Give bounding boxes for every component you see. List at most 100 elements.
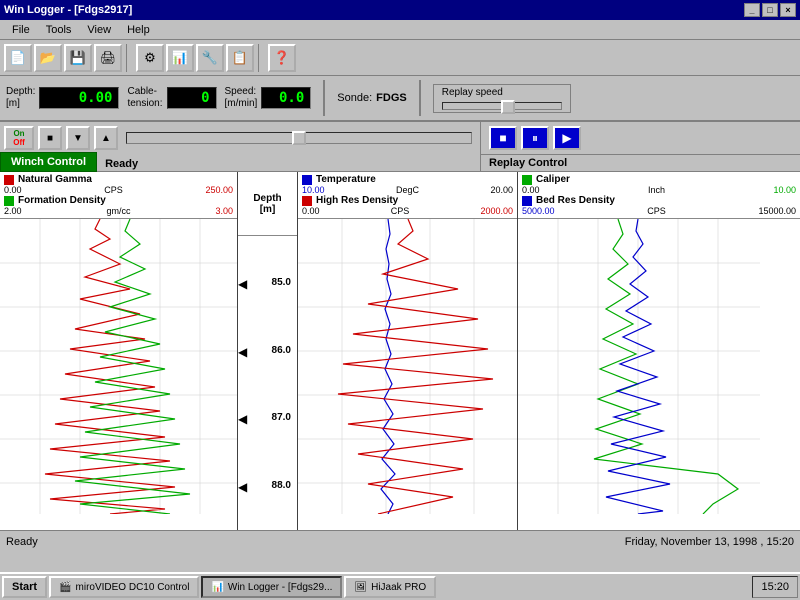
minimize-button[interactable]: _ [744, 3, 760, 17]
depth-panel: Depth [m] 85.0 ◀ 86.0 ◀ 87.0 ◀ 88.0 ◀ [238, 172, 298, 530]
toolbar: 📄 📂 💾 🖨 ⚙ 📊 🔧 📋 ❓ [0, 40, 800, 76]
new-button[interactable]: 📄 [4, 44, 32, 72]
depth-arrow-86: ◀ [238, 345, 247, 359]
winch-controls: On Off ■ ▼ ▲ [0, 122, 480, 152]
sonde-label: Sonde: [337, 92, 372, 104]
hrd-min: 0.00 [302, 206, 320, 216]
close-button[interactable]: × [780, 3, 796, 17]
menu-tools[interactable]: Tools [38, 22, 80, 38]
fd-scale: 2.00 gm/cc 3.00 [4, 206, 233, 216]
depth-arrow-87: ◀ [238, 412, 247, 426]
cal-color [522, 175, 532, 185]
ng-color [4, 175, 14, 185]
hrd-color [302, 196, 312, 206]
winch-down-btn[interactable]: ▼ [66, 126, 90, 150]
winch-section: On Off ■ ▼ ▲ Winch Control Ready [0, 122, 480, 171]
winch-up-btn[interactable]: ▲ [94, 126, 118, 150]
ng-name: Natural Gamma [18, 174, 92, 185]
left-chart-header: Natural Gamma 0.00 CPS 250.00 Formation … [0, 172, 237, 219]
temp-color [302, 175, 312, 185]
depth-label: Depth:[m] [6, 86, 35, 110]
hijaak-label: HiJaak PRO [371, 582, 426, 593]
taskbar-hijaak[interactable]: 🖼 HiJaak PRO [344, 576, 436, 598]
depth-panel-header: Depth [m] [238, 172, 297, 236]
tool-7[interactable]: 🔧 [196, 44, 224, 72]
menu-view[interactable]: View [79, 22, 119, 38]
transport-play[interactable]: ▶ [553, 126, 581, 150]
brd-max: 15000.00 [758, 206, 796, 216]
winch-status: Ready [97, 156, 146, 172]
brd-name: Bed Res Density [536, 195, 615, 206]
menu-bar: File Tools View Help [0, 20, 800, 40]
channel-row-fd: Formation Density [4, 195, 233, 206]
cal-name: Caliper [536, 174, 570, 185]
sonde-group: Sonde: FDGS [337, 92, 406, 104]
brd-unit: CPS [647, 206, 666, 216]
start-button[interactable]: Start [2, 576, 47, 598]
tool-5[interactable]: ⚙ [136, 44, 164, 72]
right-chart-header: Caliper 0.00 Inch 10.00 Bed Res Density … [518, 172, 800, 219]
depth-header-unit: [m] [260, 204, 276, 215]
replay-slider[interactable] [442, 102, 562, 110]
right-chart-svg [518, 219, 760, 514]
save-button[interactable]: 💾 [64, 44, 92, 72]
cal-min: 0.00 [522, 185, 540, 195]
middle-chart-header: Temperature 10.00 DegC 20.00 High Res De… [298, 172, 517, 219]
speed-label: Speed:[m/min] [225, 86, 258, 110]
transport-pause[interactable]: ⏸ [521, 126, 549, 150]
taskbar: Start 🎬 miroVIDEO DC10 Control 📊 Win Log… [0, 572, 800, 600]
mirovideo-label: miroVIDEO DC10 Control [76, 582, 190, 593]
open-button[interactable]: 📂 [34, 44, 62, 72]
on-off-button[interactable]: On Off [4, 126, 34, 150]
replay-speed-box: Replay speed [433, 84, 571, 113]
replay-slider-thumb[interactable] [501, 100, 515, 114]
brd-min: 5000.00 [522, 206, 555, 216]
separator-2 [258, 44, 264, 72]
depth-arrow-85: ◀ [238, 277, 247, 291]
middle-chart-body [298, 219, 517, 530]
brd-scale: 5000.00 CPS 15000.00 [522, 206, 796, 216]
tab-winch[interactable]: Winch Control [0, 152, 97, 172]
replay-section: ■ ⏸ ▶ Replay Control [480, 122, 800, 171]
tool-8[interactable]: 📋 [226, 44, 254, 72]
clock-time: 15:20 [761, 581, 789, 593]
speed-value: 0.0 [261, 87, 311, 109]
slider-thumb[interactable] [292, 131, 306, 145]
hrd-scale: 0.00 CPS 2000.00 [302, 206, 513, 216]
winch-stop-btn[interactable]: ■ [38, 126, 62, 150]
depth-88: 88.0 [272, 480, 291, 491]
fd-color [4, 196, 14, 206]
title-bar-buttons: _ □ × [744, 3, 796, 17]
channel-row-brd: Bed Res Density [522, 195, 796, 206]
print-button[interactable]: 🖨 [94, 44, 122, 72]
menu-file[interactable]: File [4, 22, 38, 38]
maximize-button[interactable]: □ [762, 3, 778, 17]
tool-6[interactable]: 📊 [166, 44, 194, 72]
status-date: Friday, November 13, 1998 [625, 536, 757, 548]
taskbar-mirovideo[interactable]: 🎬 miroVIDEO DC10 Control [49, 576, 199, 598]
tab-replay[interactable]: Replay Control [481, 154, 800, 171]
separator-4 [419, 80, 421, 116]
transport-stop[interactable]: ■ [489, 126, 517, 150]
status-text: Ready [6, 536, 625, 548]
chart-panel-middle: Temperature 10.00 DegC 20.00 High Res De… [298, 172, 518, 530]
ng-unit: CPS [104, 185, 123, 195]
depth-position-slider[interactable] [126, 132, 472, 144]
fd-max: 3.00 [215, 206, 233, 216]
tool-9[interactable]: ❓ [268, 44, 296, 72]
cal-scale: 0.00 Inch 10.00 [522, 185, 796, 195]
title-bar: Win Logger - [Fdgs2917] _ □ × [0, 0, 800, 20]
fd-name: Formation Density [18, 195, 106, 206]
tab-strip: Winch Control Ready [0, 152, 480, 172]
left-chart-svg [0, 219, 237, 514]
chart-area: Natural Gamma 0.00 CPS 250.00 Formation … [0, 172, 800, 530]
depth-header-label: Depth [253, 193, 281, 204]
winlogger-label: Win Logger - [Fdgs29... [228, 582, 333, 593]
brd-color [522, 196, 532, 206]
hrd-unit: CPS [391, 206, 410, 216]
winlogger-icon: 📊 [211, 582, 223, 593]
depth-value: 0.00 [39, 87, 119, 109]
taskbar-winlogger[interactable]: 📊 Win Logger - [Fdgs29... [201, 576, 342, 598]
cable-value: 0 [167, 87, 217, 109]
menu-help[interactable]: Help [119, 22, 158, 38]
